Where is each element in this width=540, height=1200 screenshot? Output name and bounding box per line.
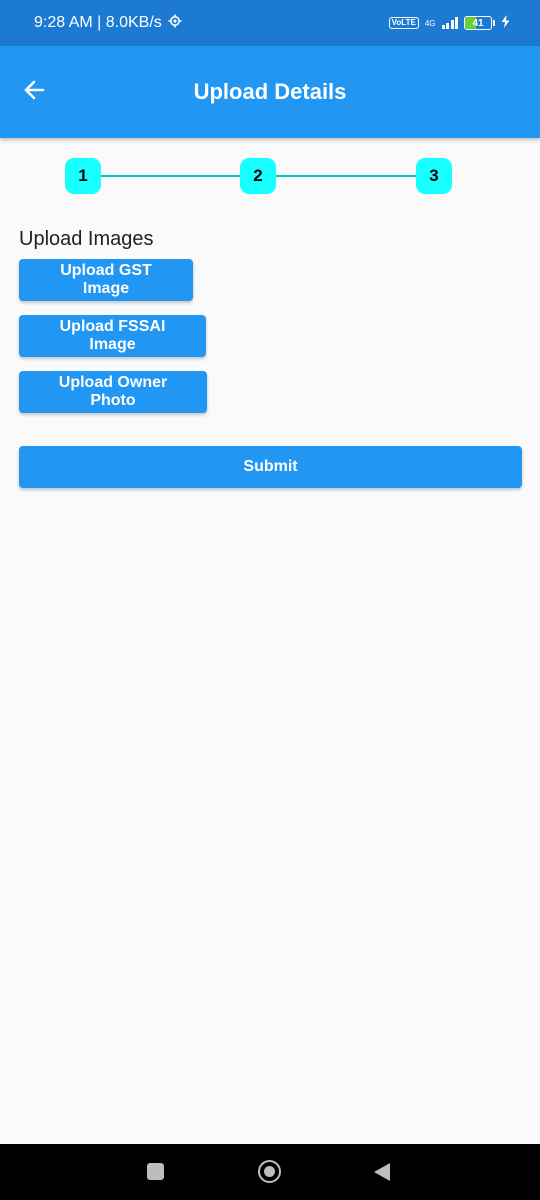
screen: 9:28 AM | 8.0KB/s VoLTE 4G 41 Upload Det… (0, 0, 540, 1200)
battery-icon: 41 (464, 16, 495, 30)
triangle-back-icon[interactable] (374, 1163, 390, 1181)
battery-level: 41 (472, 17, 484, 29)
volte-badge: VoLTE (388, 17, 419, 29)
status-time-speed: 9:28 AM | 8.0KB/s (34, 14, 162, 31)
step-connector (101, 175, 241, 177)
upload-gst-button[interactable]: Upload GST Image (19, 259, 193, 301)
section-label: Upload Images (19, 228, 154, 250)
submit-button[interactable]: Submit (19, 446, 522, 488)
app-bar: Upload Details (0, 46, 540, 138)
signal-icon (441, 17, 458, 29)
step-2[interactable]: 2 (240, 158, 276, 194)
navigation-bar (0, 1144, 540, 1200)
status-bar: 9:28 AM | 8.0KB/s VoLTE 4G 41 (0, 0, 540, 46)
upload-fssai-button[interactable]: Upload FSSAI Image (19, 315, 206, 357)
bolt-icon (501, 15, 510, 31)
step-1[interactable]: 1 (65, 158, 101, 194)
network-type: 4G (424, 18, 436, 28)
stepper: 1 2 3 (65, 158, 452, 194)
step-3[interactable]: 3 (416, 158, 452, 194)
back-button[interactable] (18, 76, 50, 108)
status-left: 9:28 AM | 8.0KB/s (34, 14, 182, 33)
circle-icon[interactable] (258, 1160, 281, 1183)
upload-owner-photo-button[interactable]: Upload Owner Photo (19, 371, 207, 413)
status-right: VoLTE 4G 41 (388, 15, 510, 31)
gear-icon (168, 14, 182, 33)
arrow-left-icon (23, 79, 45, 106)
step-connector (276, 175, 416, 177)
page-title: Upload Details (193, 79, 347, 104)
network-indicator: 4G (425, 19, 436, 28)
square-icon[interactable] (147, 1163, 164, 1180)
